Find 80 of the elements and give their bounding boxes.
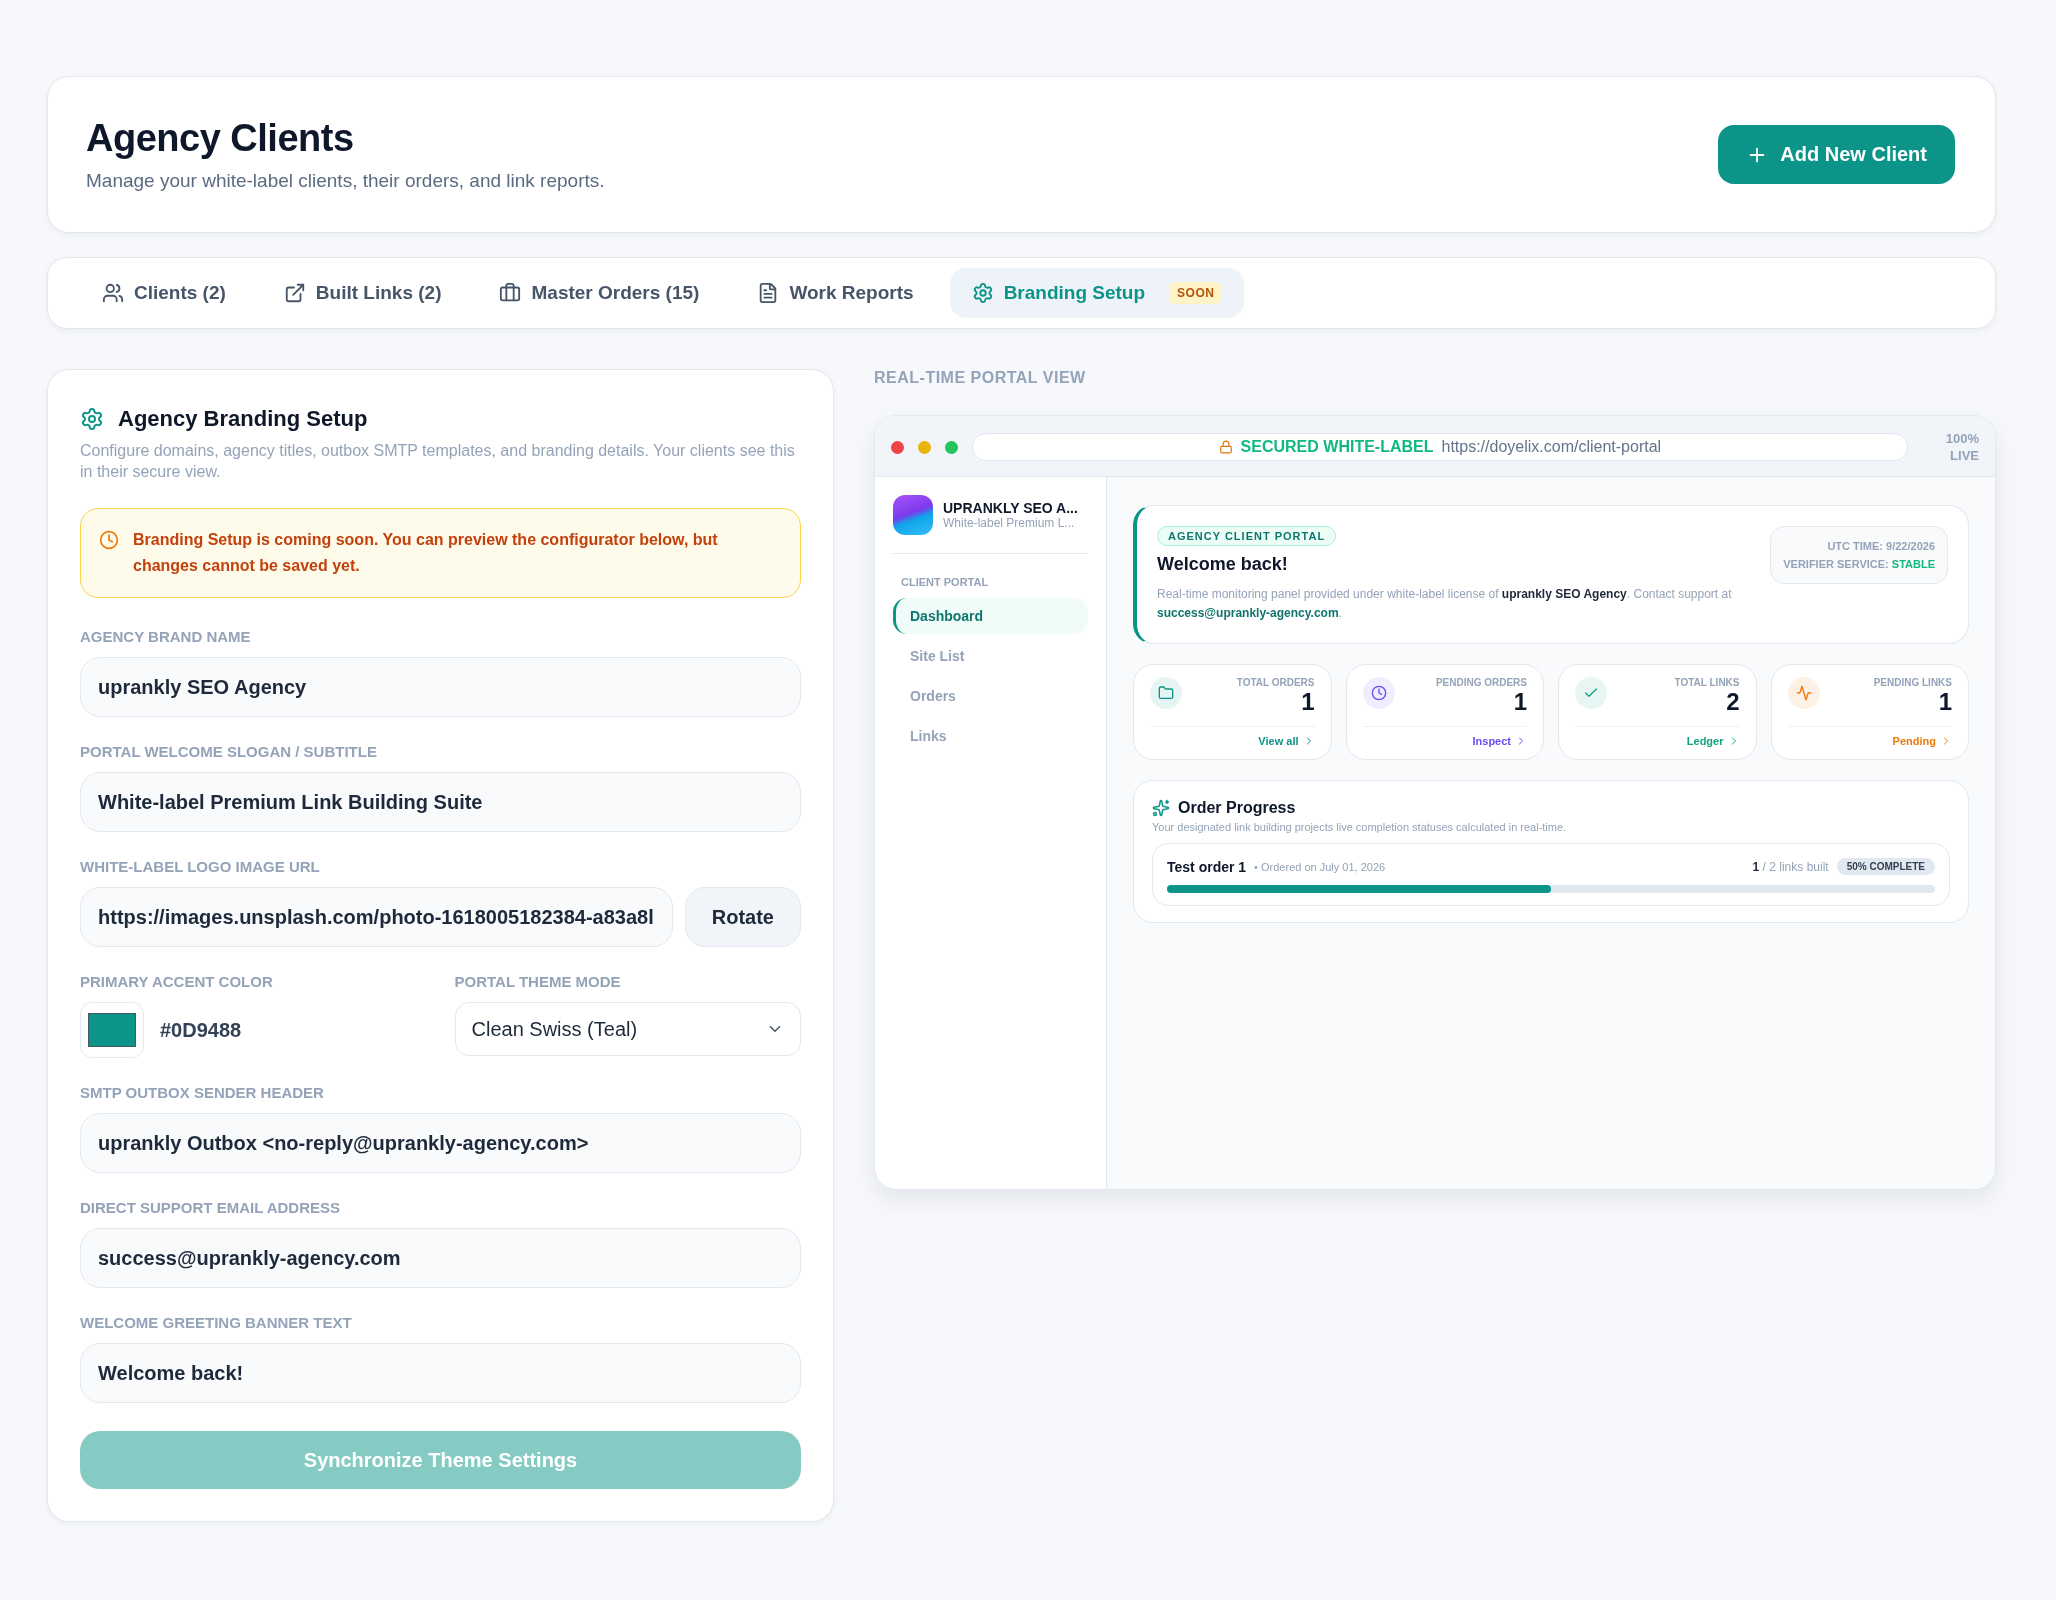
tab[interactable]: Clients (2) <box>80 268 248 318</box>
brand-name: UPRANKLY SEO A... <box>943 500 1078 516</box>
stat-link[interactable]: View all <box>1150 735 1315 747</box>
pulse-icon <box>1787 677 1820 709</box>
preview-heading: REAL-TIME PORTAL VIEW <box>874 369 1087 387</box>
stat-label: TOTAL ORDERS <box>1236 677 1315 688</box>
tab[interactable]: Work Reports <box>735 268 936 318</box>
welcome-title: Welcome back! <box>1157 554 1289 575</box>
page-title: Agency Clients <box>86 117 355 160</box>
color-picker[interactable] <box>80 1002 144 1058</box>
stat-label: TOTAL LINKS <box>1674 677 1740 688</box>
order-name: Test order 1 <box>1167 858 1247 875</box>
brand-slogan: White-label Premium L... <box>943 516 1076 530</box>
check-icon <box>1575 677 1607 709</box>
stat-value: 1 <box>1300 688 1315 716</box>
soon-badge: SOON <box>1169 282 1223 304</box>
email-link[interactable]: success@uprankly-agency.com <box>1157 606 1339 620</box>
field-label: WELCOME GREETING BANNER TEXT <box>80 1314 353 1331</box>
field-label: DIRECT SUPPORT EMAIL ADDRESS <box>80 1199 342 1216</box>
clock-icon <box>99 530 119 550</box>
live-label: LIVE <box>1949 447 1979 464</box>
portal-badge: AGENCY CLIENT PORTAL <box>1157 526 1337 546</box>
page-subtitle: Manage your white-label clients, their orders, and link reports. <box>86 170 605 192</box>
rotate-button[interactable]: Rotate <box>684 887 801 947</box>
secure-label: SECURED WHITE-LABEL <box>1240 438 1434 456</box>
window-dot <box>918 440 931 454</box>
stat-value: 1 <box>1512 688 1527 716</box>
stat-value: 2 <box>1725 688 1740 716</box>
window-dot <box>945 440 958 454</box>
progress-title: Order Progress <box>1178 799 1296 817</box>
input-field[interactable]: Welcome back! <box>80 1343 801 1403</box>
progress-description: Your designated link building projects live completion statuses calculated in real-time. <box>1152 821 1568 833</box>
url-text: https://doyelix.com/client-portal <box>1441 438 1662 456</box>
welcome-text: Real-time monitoring panel provided under white-label license of uprankly SEO Agency. Contact support at success@uprankly-agency.com. <box>1157 586 1733 622</box>
logo-image <box>893 495 933 535</box>
sparkle-icon <box>1152 799 1170 817</box>
stat-label: PENDING ORDERS <box>1435 677 1527 688</box>
folder-icon <box>1150 677 1182 709</box>
theme-select[interactable]: Clean Swiss (Teal) <box>454 1002 801 1056</box>
field-label: PORTAL WELCOME SLOGAN / SUBTITLE <box>80 743 378 760</box>
briefcase-icon <box>499 282 522 304</box>
section-title: Agency Branding Setup <box>118 406 368 432</box>
stat-value: 1 <box>1937 688 1952 716</box>
zoom-level: 100% <box>1945 430 1979 447</box>
utc-time: UTC TIME: 9/22/2026 <box>1826 539 1935 554</box>
stat-link[interactable]: Pending <box>1787 735 1952 747</box>
gear-icon <box>971 282 994 304</box>
input-field[interactable]: White-label Premium Link Building Suite <box>80 772 801 832</box>
lock-icon <box>1218 440 1233 454</box>
complete-badge: 50% COMPLETE <box>1836 858 1935 875</box>
order-date: • Ordered on July 01, 2026 <box>1254 860 1387 873</box>
color-value: #0D9488 <box>160 1018 242 1042</box>
tab[interactable]: Branding Setup SOON <box>949 268 1245 318</box>
users-icon <box>102 282 124 304</box>
field-label: AGENCY BRAND NAME <box>80 628 252 645</box>
tab[interactable]: Built Links (2) <box>261 268 464 318</box>
stat-label: PENDING LINKS <box>1873 677 1952 688</box>
add-client-button[interactable]: Add New Client <box>1718 125 1955 184</box>
nav-heading: CLIENT PORTAL <box>901 576 990 588</box>
gear-icon <box>80 407 104 431</box>
field-label: SMTP OUTBOX SENDER HEADER <box>80 1084 325 1101</box>
clock-icon <box>1362 677 1395 709</box>
notice-text: Branding Setup is coming soon. You can preview the configurator below, but changes cannot be saved yet. <box>133 530 719 576</box>
section-description: Configure domains, agency titles, outbox SMTP templates, and branding details. Your clients see this in their secure view. <box>80 441 796 482</box>
field-label: PRIMARY ACCENT COLOR <box>80 973 274 990</box>
address-bar[interactable]: SECURED WHITE-LABEL https://doyelix.com/client-portal <box>972 433 1908 461</box>
tab[interactable]: Master Orders (15) <box>477 268 722 318</box>
stat-link[interactable]: Ledger <box>1575 735 1740 747</box>
window-dot <box>891 440 904 454</box>
nav-item[interactable]: Dashboard <box>893 598 1088 634</box>
input-field[interactable]: https://images.unsplash.com/photo-1618005182384-a83a8l <box>80 887 673 947</box>
input-field[interactable]: uprankly Outbox <no-reply@uprankly-agency.com> <box>80 1113 801 1173</box>
links-built: 1 / 2 links built <box>1752 859 1829 874</box>
stat-link[interactable]: Inspect <box>1362 735 1527 747</box>
field-label: WHITE-LABEL LOGO IMAGE URL <box>80 858 321 875</box>
field-label: PORTAL THEME MODE <box>454 973 622 990</box>
input-field[interactable]: success@uprankly-agency.com <box>80 1228 801 1288</box>
input-field[interactable]: uprankly SEO Agency <box>80 657 801 717</box>
service-status: VERIFIER SERVICE: STABLE <box>1783 557 1935 572</box>
external-link-icon <box>283 282 306 304</box>
